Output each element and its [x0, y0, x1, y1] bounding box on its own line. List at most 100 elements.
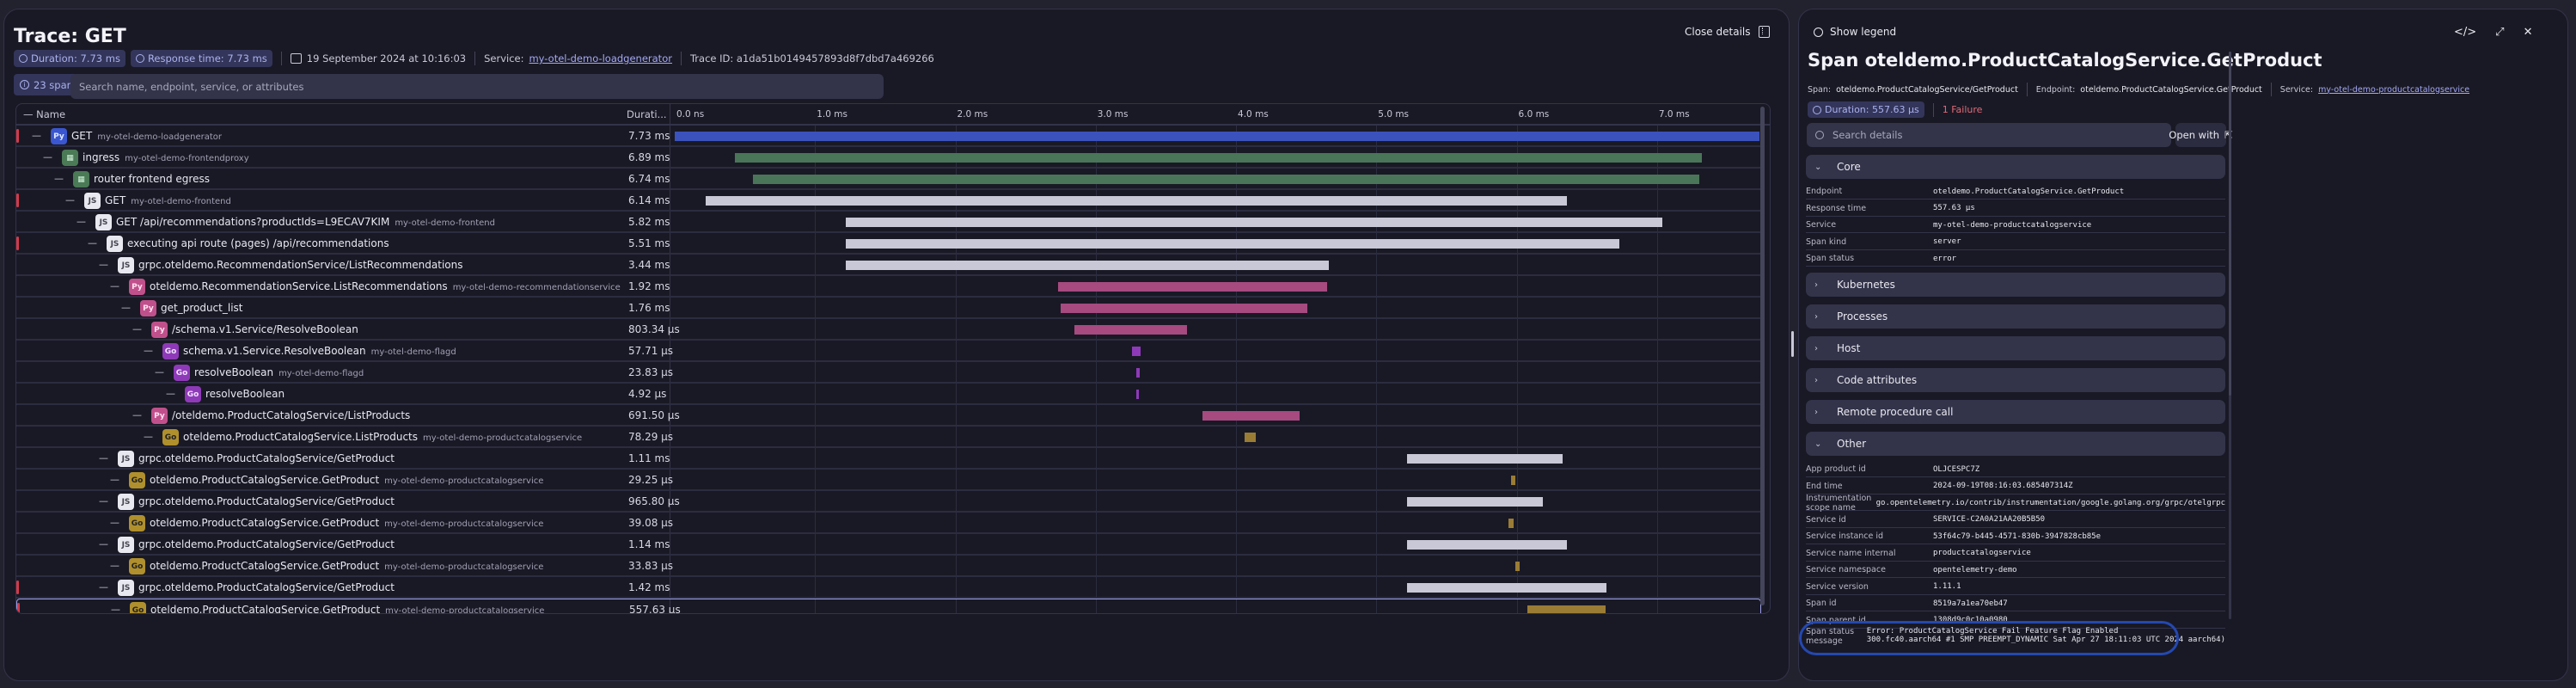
collapse-toggle[interactable]: — [99, 495, 108, 507]
details-search-input[interactable]: Search details [1807, 123, 2171, 147]
span-bar[interactable] [1407, 583, 1607, 593]
span-row[interactable]: — JS grpc.oteldemo.ProductCatalogService/G… [16, 534, 1761, 556]
collapse-toggle[interactable]: — [155, 366, 164, 378]
show-legend-button[interactable]: Show legend [1814, 26, 1896, 38]
expand-icon[interactable]: ⤢ [2495, 26, 2504, 39]
collapse-toggle[interactable]: — [99, 452, 108, 464]
span-bar[interactable] [1508, 519, 1514, 528]
span-row[interactable]: — Go oteldemo.ProductCatalogService.GetPro… [16, 513, 1761, 534]
span-bar[interactable] [1132, 347, 1141, 356]
collapse-toggle[interactable]: — [166, 388, 175, 399]
details-scrollbar[interactable] [2229, 52, 2231, 396]
code-view-icon[interactable]: </> [2454, 26, 2476, 39]
collapse-toggle[interactable]: — [144, 431, 153, 442]
span-row[interactable]: — Go oteldemo.ProductCatalogService.GetPro… [16, 470, 1761, 491]
span-row[interactable]: — Go oteldemo.ProductCatalogService.GetPro… [16, 599, 1761, 613]
span-row[interactable]: — JS grpc.oteldemo.ProductCatalogService/G… [16, 577, 1761, 599]
section-code-attributes[interactable]: › Code attributes [1806, 368, 2225, 392]
table-scrollbar[interactable] [1760, 107, 1765, 605]
name-column-header[interactable]: — Name [23, 108, 65, 120]
span-row[interactable]: — JS GET /api/recommendations?productIds=L… [16, 212, 1761, 233]
span-row[interactable]: — JS grpc.oteldemo.RecommendationService/L… [16, 255, 1761, 276]
attribute-value[interactable]: 53f64c79-b445-4571-830b-3947828cb85e [1933, 532, 2101, 541]
span-bar[interactable] [1074, 325, 1188, 335]
attribute-value[interactable]: productcatalogservice [1933, 549, 2031, 557]
span-row[interactable]: — Py get_product_list 1.76 ms [16, 298, 1761, 319]
close-icon[interactable]: ✕ [2524, 26, 2533, 39]
span-bar[interactable] [1514, 562, 1521, 571]
span-bar[interactable] [1244, 433, 1256, 442]
span-bar[interactable] [1407, 497, 1543, 507]
collapse-toggle[interactable]: — [99, 581, 108, 593]
span-row[interactable]: — ▦ ingress my-otel-demo-frontendproxy 6.89 … [16, 147, 1761, 169]
attribute-value[interactable]: my-otel-demo-productcatalogservice [1933, 221, 2091, 230]
collapse-toggle[interactable]: — [111, 604, 120, 613]
panel-resize-handle[interactable] [1791, 331, 1794, 357]
span-row[interactable]: — Go oteldemo.ProductCatalogService.GetPro… [16, 556, 1761, 577]
span-row[interactable]: — Py GET my-otel-demo-loadgenerator 7.73 ms [16, 126, 1761, 147]
collapse-toggle[interactable]: — [132, 323, 142, 335]
span-bar[interactable] [1057, 282, 1328, 292]
span-bar[interactable] [1136, 390, 1140, 399]
collapse-toggle[interactable]: — [110, 474, 119, 485]
collapse-toggle[interactable]: — [99, 538, 108, 550]
collapse-toggle[interactable]: — [121, 302, 131, 313]
span-row[interactable]: — Go oteldemo.ProductCatalogService.ListPr… [16, 427, 1761, 448]
collapse-toggle[interactable]: — [76, 216, 86, 227]
collapse-toggle[interactable]: — [65, 194, 75, 206]
section-core[interactable]: ⌄ Core [1806, 155, 2225, 179]
collapse-toggle[interactable]: — [88, 237, 97, 249]
span-bar[interactable] [1407, 540, 1568, 550]
attribute-value[interactable]: opentelemetry-demo [1933, 566, 2017, 574]
span-row[interactable]: — Py/oteldemo.ProductCatalogService/ListP… [16, 405, 1761, 427]
collapse-toggle[interactable]: — [32, 130, 41, 141]
span-bar[interactable] [846, 261, 1329, 270]
span-bar[interactable] [846, 218, 1663, 227]
section-host[interactable]: › Host [1806, 336, 2225, 360]
span-bar[interactable] [1527, 605, 1606, 613]
attribute-value[interactable]: server [1933, 237, 1961, 246]
span-bar[interactable] [705, 196, 1568, 206]
service-link[interactable]: my-otel-demo-loadgenerator [529, 52, 671, 64]
span-row[interactable]: — JS executing api route (pages) /api/reco… [16, 233, 1761, 255]
span-row[interactable]: — JS GET my-otel-demo-frontend 6.14 ms [16, 190, 1761, 212]
collapse-toggle[interactable]: — [110, 517, 119, 528]
span-bar[interactable] [1060, 304, 1308, 313]
span-row[interactable]: — ▦ router frontend egress 6.74 ms [16, 169, 1761, 190]
attribute-value[interactable]: OLJCESPC7Z [1933, 465, 1979, 474]
duration-column-header[interactable]: Durati... [627, 108, 667, 120]
span-bar[interactable] [1136, 368, 1141, 378]
span-row[interactable]: — Py oteldemo.RecommendationService.ListRe… [16, 276, 1761, 298]
span-bar[interactable] [1511, 476, 1515, 485]
span-bar[interactable] [675, 132, 1759, 141]
collapse-toggle[interactable]: — [43, 151, 52, 163]
span-service-link[interactable]: my-otel-demo-productcatalogservice [2318, 85, 2469, 95]
attribute-value[interactable]: 1.11.1 [1933, 582, 1961, 591]
failure-badge[interactable]: 1 Failure [1943, 104, 1983, 115]
span-bar[interactable] [753, 175, 1699, 184]
span-row[interactable]: — Go resolveBoolean my-otel-demo-flagd 23.83… [16, 362, 1761, 384]
span-row[interactable]: — Go resolveBoolean 4.92 µs [16, 384, 1761, 405]
span-search-input[interactable]: Search name, endpoint, service, or attri… [70, 74, 884, 99]
attribute-value[interactable]: error [1933, 255, 1956, 263]
attribute-value[interactable]: 2024-09-19T08:16:03.685407314Z [1933, 482, 2073, 490]
section-kubernetes[interactable]: › Kubernetes [1806, 273, 2225, 297]
span-bar[interactable] [846, 239, 1619, 249]
open-with-button[interactable]: Open with ⇱ [2169, 123, 2233, 147]
section-remote-procedure-call[interactable]: › Remote procedure call [1806, 400, 2225, 424]
section-processes[interactable]: › Processes [1806, 304, 2225, 329]
attribute-value[interactable]: 8519a7a1ea70eb47 [1933, 599, 2008, 608]
attribute-value[interactable]: oteldemo.ProductCatalogService.GetProduc… [1933, 187, 2124, 196]
span-bar[interactable] [1407, 454, 1563, 464]
span-bar[interactable] [1202, 411, 1300, 421]
collapse-toggle[interactable]: — [54, 173, 64, 184]
collapse-toggle[interactable]: — [99, 259, 108, 270]
span-row[interactable]: — Py/schema.v1.Service/ResolveBoolean 803.… [16, 319, 1761, 341]
span-bar[interactable] [735, 153, 1703, 163]
span-row[interactable]: — JS grpc.oteldemo.ProductCatalogService/G… [16, 448, 1761, 470]
attribute-value[interactable]: SERVICE-C2A0A21AA20B5B50 [1933, 515, 2045, 524]
collapse-toggle[interactable]: — [132, 409, 142, 421]
attribute-value[interactable]: 557.63 µs [1933, 204, 1975, 212]
attribute-value[interactable]: go.opentelemetry.io/contrib/instrumentat… [1876, 499, 2225, 507]
span-row[interactable]: — JS grpc.oteldemo.ProductCatalogService/G… [16, 491, 1761, 513]
